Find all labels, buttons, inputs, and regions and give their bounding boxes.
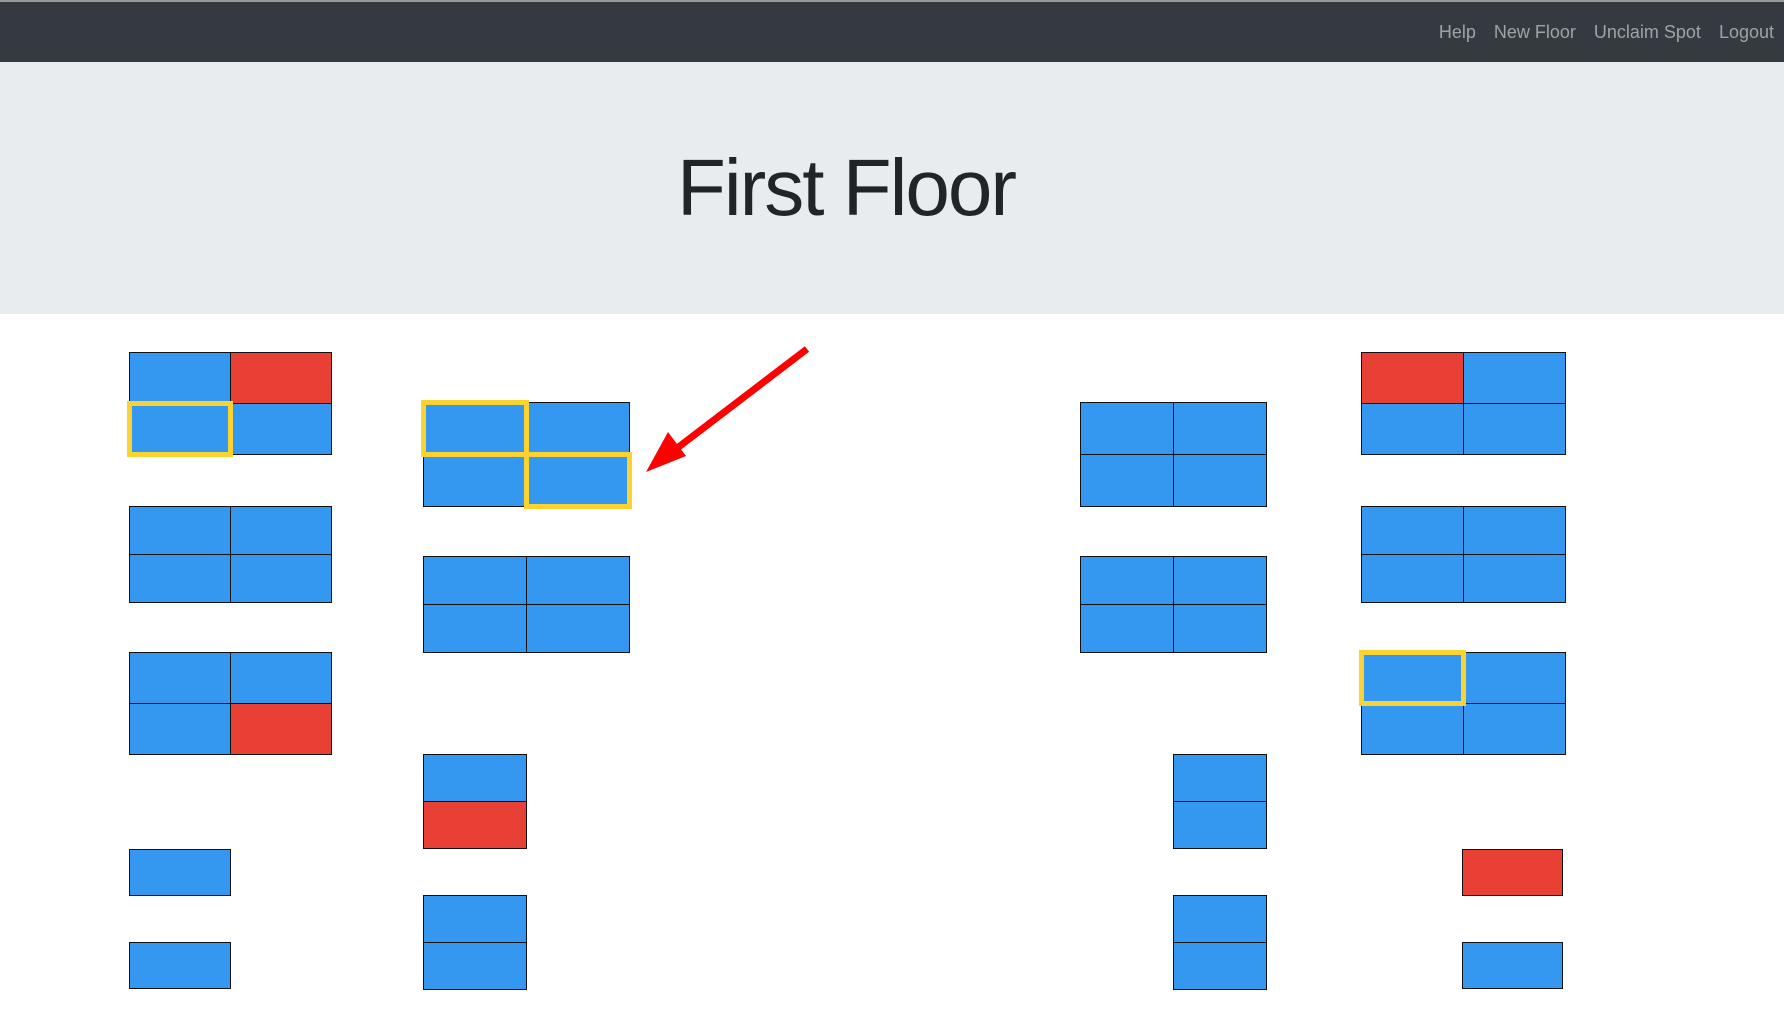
- parking-spot-free[interactable]: [527, 557, 629, 604]
- parking-spot-selected[interactable]: [1359, 650, 1466, 706]
- parking-spot-free[interactable]: [1464, 653, 1565, 703]
- parking-spot-free[interactable]: [527, 403, 629, 454]
- parking-spot-free[interactable]: [231, 555, 331, 602]
- parking-spot-free[interactable]: [424, 896, 526, 942]
- parking-spot-selected[interactable]: [421, 400, 529, 457]
- parking-spot-free[interactable]: [130, 850, 230, 895]
- parking-spot-free[interactable]: [1081, 557, 1173, 604]
- top-navbar: Help New Floor Unclaim Spot Logout: [0, 0, 1784, 62]
- nav-logout-link[interactable]: Logout: [1719, 22, 1774, 43]
- parking-spot-free[interactable]: [1174, 403, 1266, 454]
- parking-spot-free[interactable]: [1081, 455, 1173, 506]
- parking-spot-free[interactable]: [424, 943, 526, 989]
- parking-spot-free[interactable]: [130, 704, 230, 754]
- nav-unclaim-spot-link[interactable]: Unclaim Spot: [1594, 22, 1701, 43]
- spot-group: [1080, 402, 1267, 507]
- spot-group: [1359, 650, 1566, 755]
- parking-spot-free[interactable]: [231, 653, 331, 703]
- parking-spot-free[interactable]: [527, 605, 629, 652]
- spot-group: [421, 400, 632, 509]
- spot-group: [1462, 849, 1563, 896]
- parking-spot-free[interactable]: [1463, 943, 1562, 988]
- spot-group: [423, 754, 527, 849]
- spot-group: [423, 895, 527, 990]
- parking-spot-selected[interactable]: [524, 452, 632, 509]
- nav-links: Help New Floor Unclaim Spot Logout: [1439, 2, 1774, 62]
- parking-spot-free[interactable]: [1464, 507, 1565, 554]
- parking-spot-free[interactable]: [231, 507, 331, 554]
- parking-spot-free[interactable]: [1174, 557, 1266, 604]
- spot-group: [127, 352, 332, 457]
- parking-spot-free[interactable]: [1464, 353, 1565, 403]
- parking-spot-free[interactable]: [424, 605, 526, 652]
- spot-group: [1462, 942, 1563, 989]
- spot-group: [1173, 895, 1267, 990]
- parking-spot-free[interactable]: [424, 557, 526, 604]
- header-banner: First Floor: [0, 62, 1784, 314]
- parking-spot-free[interactable]: [1362, 704, 1463, 754]
- parking-spot-free[interactable]: [424, 755, 526, 801]
- parking-spot-free[interactable]: [1362, 507, 1463, 554]
- parking-spot-taken[interactable]: [231, 353, 331, 403]
- parking-spot-free[interactable]: [1174, 896, 1266, 942]
- parking-spot-free[interactable]: [1464, 404, 1565, 454]
- parking-spot-free[interactable]: [1464, 555, 1565, 602]
- parking-spot-free[interactable]: [130, 555, 230, 602]
- parking-spot-free[interactable]: [1174, 455, 1266, 506]
- parking-spot-free[interactable]: [130, 353, 230, 403]
- nav-new-floor-link[interactable]: New Floor: [1494, 22, 1576, 43]
- spot-group: [129, 942, 231, 989]
- spot-group: [1173, 754, 1267, 849]
- parking-spot-taken[interactable]: [1362, 353, 1463, 403]
- spot-group: [1080, 556, 1267, 653]
- parking-spot-free[interactable]: [1081, 605, 1173, 652]
- parking-spot-free[interactable]: [1362, 555, 1463, 602]
- parking-spot-free[interactable]: [130, 943, 230, 988]
- spot-group: [129, 652, 332, 755]
- parking-spot-free[interactable]: [231, 404, 331, 454]
- parking-spot-taken[interactable]: [1463, 850, 1562, 895]
- parking-spot-free[interactable]: [1174, 755, 1266, 801]
- spot-group: [129, 849, 231, 896]
- parking-spot-selected[interactable]: [127, 401, 233, 457]
- parking-spot-free[interactable]: [1174, 943, 1266, 989]
- spot-group: [1361, 506, 1566, 603]
- spot-group: [423, 556, 630, 653]
- parking-spot-free[interactable]: [1464, 704, 1565, 754]
- spot-group: [1361, 352, 1566, 455]
- nav-help-link[interactable]: Help: [1439, 22, 1476, 43]
- parking-spot-taken[interactable]: [424, 802, 526, 848]
- page-title: First Floor: [677, 143, 1017, 232]
- parking-spot-free[interactable]: [1174, 802, 1266, 848]
- parking-spot-free[interactable]: [424, 455, 526, 506]
- parking-spot-free[interactable]: [130, 653, 230, 703]
- parking-spot-free[interactable]: [1081, 403, 1173, 454]
- parking-spot-free[interactable]: [1362, 404, 1463, 454]
- parking-spot-free[interactable]: [130, 507, 230, 554]
- parking-spot-taken[interactable]: [231, 704, 331, 754]
- parking-spot-free[interactable]: [1174, 605, 1266, 652]
- spot-group: [129, 506, 332, 603]
